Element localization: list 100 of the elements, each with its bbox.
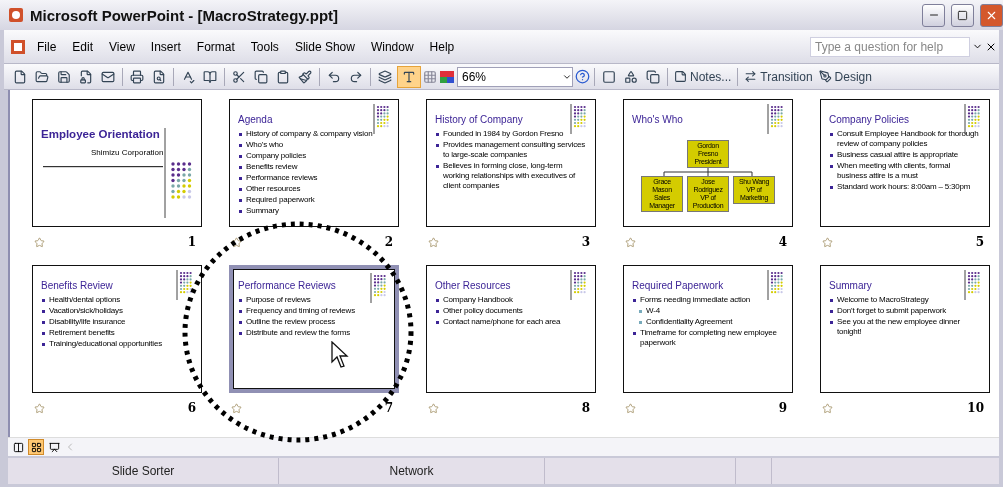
menu-item[interactable]: Tools (243, 37, 286, 56)
menu-item[interactable]: Format (189, 37, 242, 56)
bullet-text: Disability/life insurance (49, 317, 126, 327)
slide-thumbnail[interactable]: Employee Orientation Shimizu Corporation (32, 99, 202, 227)
bullet-text: Consult Employee Handbook for thorough review of company policies (837, 129, 980, 149)
help-icon[interactable] (575, 69, 590, 84)
print-preview-icon[interactable] (152, 69, 166, 84)
cut-icon[interactable] (232, 69, 246, 84)
slide-thumbnail[interactable] (820, 99, 990, 227)
bullet-text: Provides management consulting services to large-scale companies (443, 140, 587, 160)
slide-title: History of Company (435, 114, 524, 126)
bullet-icon (239, 143, 242, 147)
star-icon (231, 236, 242, 248)
star-icon (34, 236, 45, 248)
bullet-text: Distribute and review the forms (246, 328, 351, 338)
star-icon (625, 402, 636, 414)
menu-item[interactable]: Window (363, 37, 421, 56)
star-icon (625, 236, 636, 248)
bullet-icon (239, 331, 242, 335)
bullet-text: Company policies (246, 151, 306, 161)
slide-thumbnail[interactable]: Benefits Review Health/dental options Vacation/sick/holidays Disability/life insurance Retirement benefits Training/educational opportunities (32, 265, 202, 393)
dot-pattern-drawing (766, 104, 786, 134)
help-search-field[interactable]: Type a question for help (810, 36, 970, 57)
slide-title: Company Policies (829, 114, 911, 126)
bullet-text: Company Handbook (443, 295, 513, 305)
toolbar-button[interactable]: Transition (742, 65, 815, 88)
bullet-text: W-4 (646, 306, 660, 316)
bullet-icon (42, 309, 45, 313)
dot-pattern-drawing (369, 273, 389, 303)
dot-pattern-drawing (372, 104, 392, 134)
bullet-icon (239, 198, 242, 202)
print-icon[interactable] (130, 69, 144, 84)
bullet-icon (639, 320, 642, 324)
dot-pattern-drawing (766, 270, 786, 300)
dot-pattern-drawing (175, 270, 195, 300)
window-title: Microsoft PowerPoint - [MacroStrategy.ppt] (30, 6, 340, 24)
bullet-text: Retirement benefits (49, 328, 115, 338)
bullet-text: Standard work hours: 8:00am – 5:30pm (837, 182, 971, 192)
bullet-text: Benefits review (246, 162, 298, 172)
slide-number: 5 (975, 235, 984, 249)
maximize-icon (957, 9, 968, 21)
slide-title: Other Resources (435, 280, 512, 292)
copy-icon[interactable] (254, 69, 268, 84)
bullet-text: Other policy documents (443, 306, 523, 316)
email-icon[interactable] (101, 69, 115, 84)
color-icon[interactable] (439, 69, 455, 84)
menu-item[interactable]: Insert (143, 37, 188, 56)
view-button[interactable] (28, 439, 44, 455)
spelling-icon[interactable] (181, 69, 195, 84)
slide-thumbnail[interactable]: Other Resources Company Handbook Other policy documents Contact name/phone for each area (426, 265, 596, 393)
star-icon (428, 236, 439, 248)
copy-slide-icon[interactable] (646, 69, 660, 84)
zoom-field[interactable]: 66% (457, 66, 573, 87)
bullet-icon (830, 153, 833, 157)
permission-icon[interactable] (79, 69, 93, 84)
slide-subtitle: Shimizu Corporation (91, 148, 165, 158)
bullet-text: Other resources (246, 184, 301, 194)
star-icon (34, 402, 45, 414)
toolbar-button[interactable]: Notes... (672, 65, 734, 88)
menu-item[interactable]: File (30, 37, 64, 56)
paste-icon[interactable] (276, 69, 290, 84)
bullet-icon (239, 320, 242, 324)
research-icon[interactable] (203, 69, 217, 84)
bullet-text: When meeting with clients, formal business attire is a must (837, 161, 951, 181)
slide-thumbnail[interactable]: Summary Welcome to MacroStrategy Don't forget to submit paperwork See you at the new employee dinner tonight! (820, 265, 990, 393)
slide-title: Benefits Review (41, 280, 114, 292)
show-view-icon (48, 441, 60, 453)
bullet-text: Purpose of reviews (246, 295, 311, 305)
shapes-icon[interactable] (624, 69, 638, 84)
slide-thumbnail[interactable]: Required Paperwork Forms needing immediate action W-4 Confidentiality Agreement Timeframe for completing new employee paperwork (623, 265, 793, 393)
show-formatting-button[interactable] (397, 65, 421, 88)
bullet-icon (830, 132, 833, 136)
close-button[interactable] (980, 3, 1003, 27)
slide-thumbnail[interactable]: Agenda History of company & company vision Who's who Company policies Benefits review Performance reviews Other resources Required paperwork Summary (229, 99, 399, 227)
slide-title: Agenda (238, 114, 274, 126)
bullet-icon (239, 309, 242, 313)
undo-icon[interactable] (327, 69, 341, 84)
normal-view-icon (12, 441, 24, 453)
toolbar-button[interactable]: Design (816, 65, 874, 88)
open-folder-icon[interactable] (35, 69, 49, 84)
menu-item[interactable]: Slide Show (287, 37, 362, 56)
redo-icon[interactable] (349, 69, 363, 84)
dot-pattern-drawing (963, 270, 983, 300)
bullet-icon (830, 309, 833, 313)
slide-thumbnail[interactable]: Performance Reviews Purpose of reviews Frequency and timing of reviews Outline the review process Distribute and review the forms (229, 265, 399, 393)
format-painter-icon[interactable] (298, 69, 312, 84)
minimize-button[interactable] (922, 3, 945, 27)
new-file-icon[interactable] (13, 69, 27, 84)
bullet-icon (42, 298, 45, 302)
menu-item[interactable]: View (102, 37, 142, 56)
menu-item[interactable]: Edit (65, 37, 101, 56)
slide-icon[interactable] (602, 69, 616, 84)
bullet-icon (436, 320, 439, 324)
slide-thumbnail[interactable] (426, 99, 596, 227)
bullet-text: Training/educational opportunities (49, 339, 162, 349)
bullet-icon (239, 154, 242, 158)
grid-icon[interactable] (423, 69, 437, 84)
maximize-button[interactable] (951, 3, 974, 27)
save-icon[interactable] (57, 69, 71, 84)
menu-item[interactable]: Help (422, 37, 462, 56)
